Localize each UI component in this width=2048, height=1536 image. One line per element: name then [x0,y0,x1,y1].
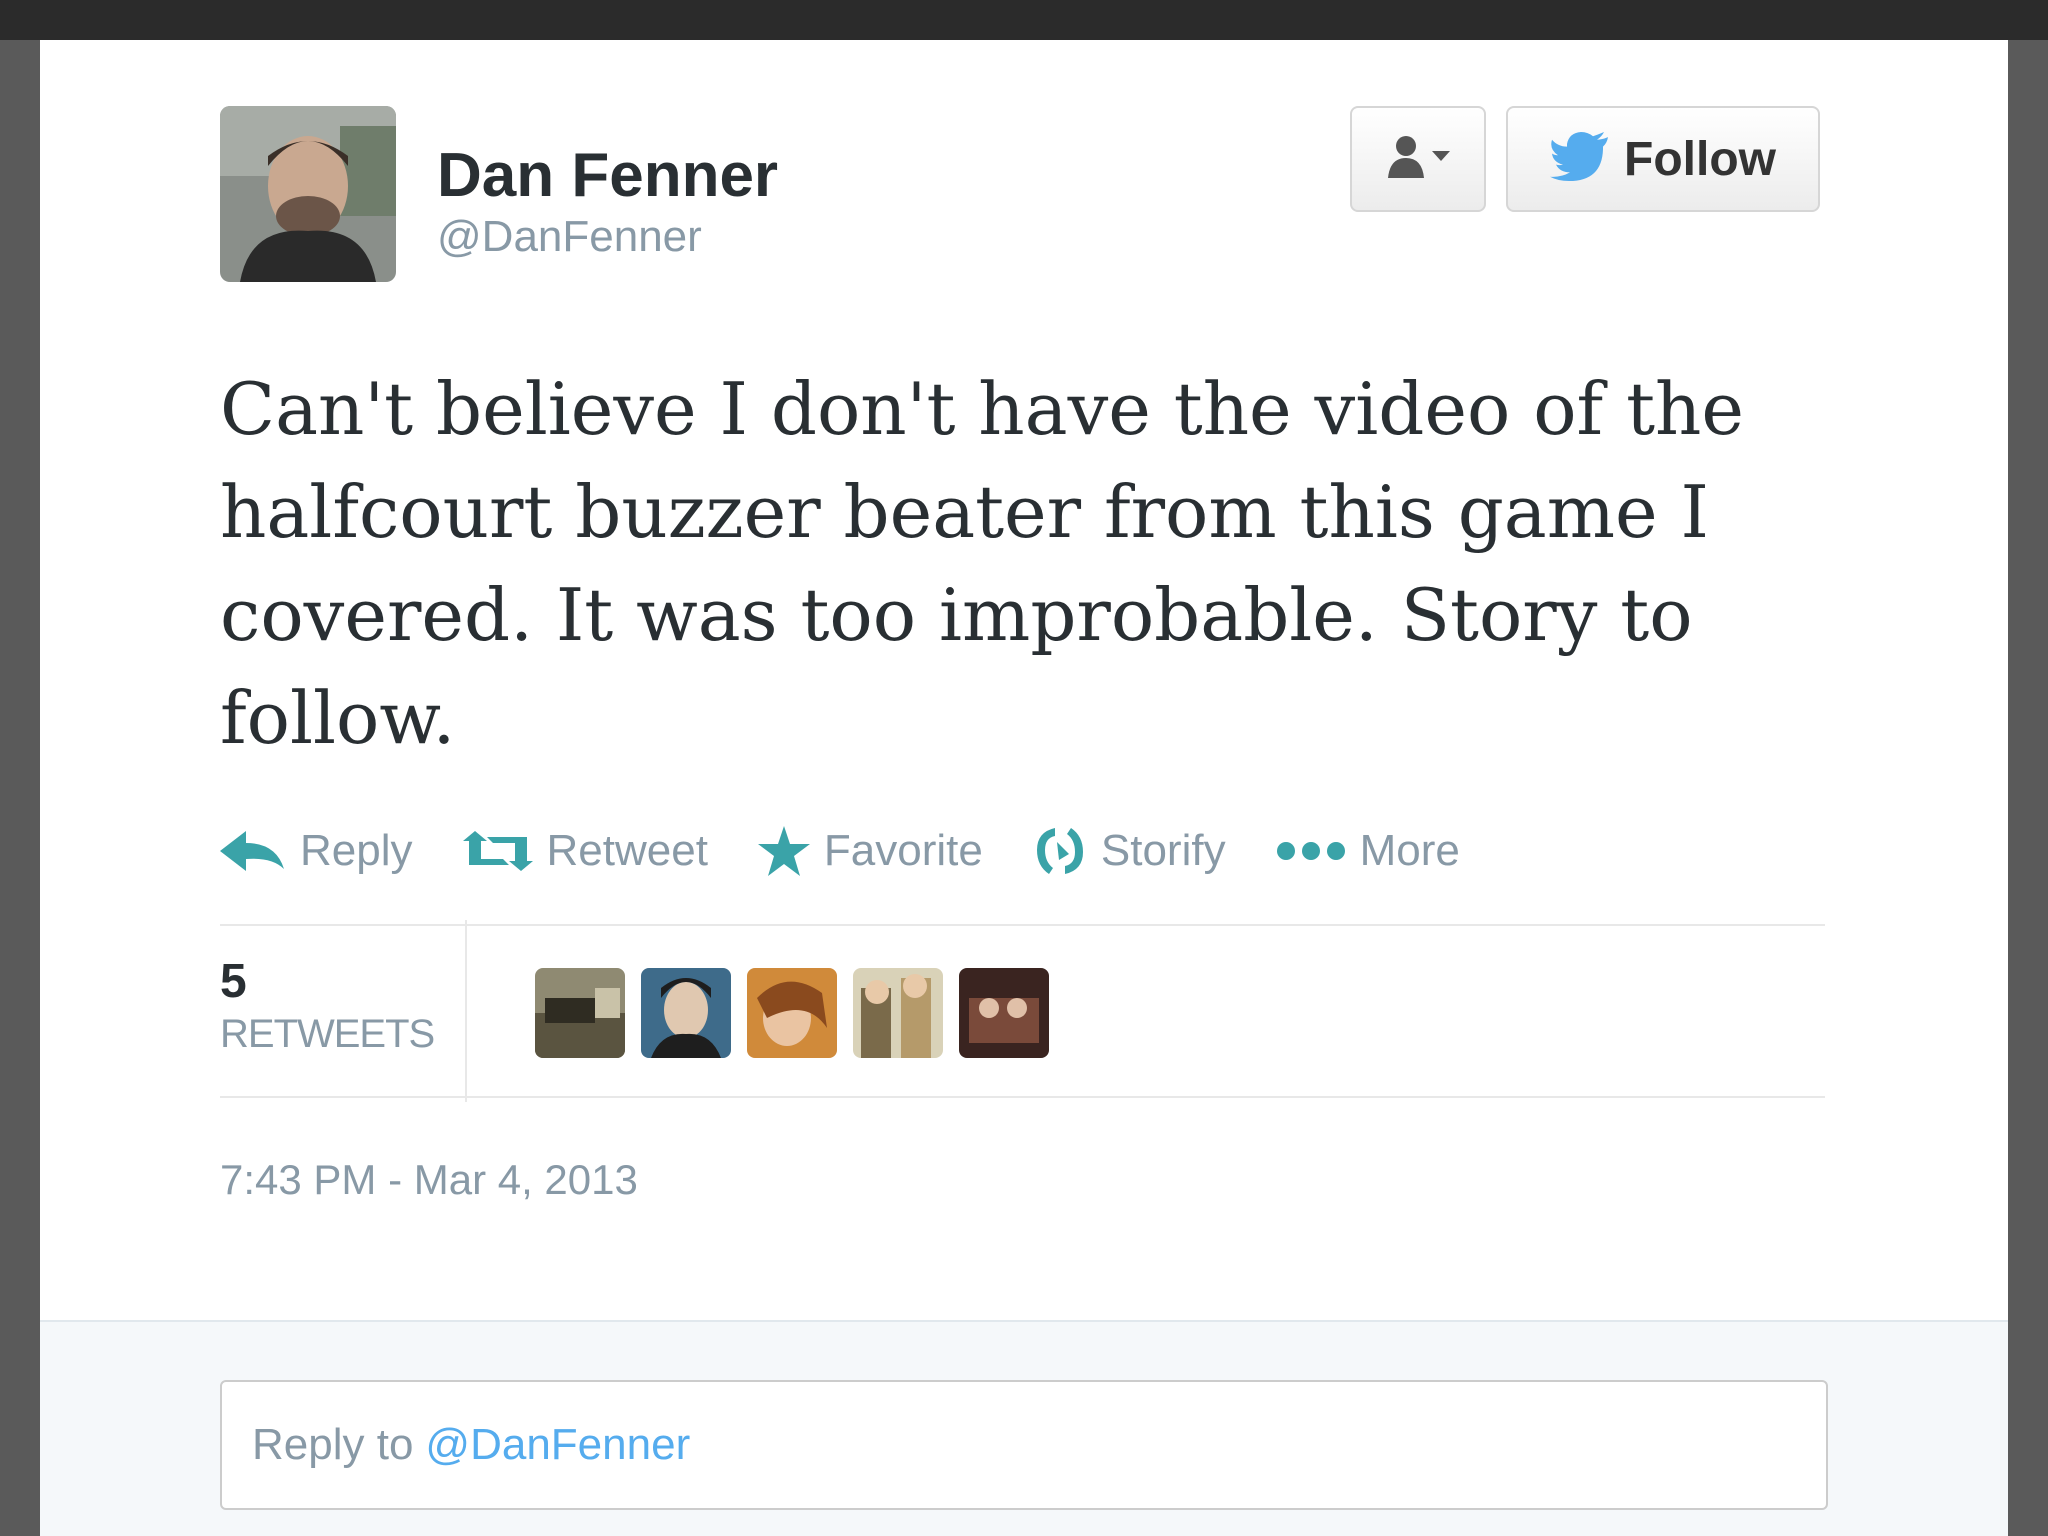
window-frame-left [0,40,40,1536]
favorite-action[interactable]: Favorite [757,826,983,876]
storify-icon [1033,824,1087,878]
storify-action-label: Storify [1100,826,1226,875]
person-icon [1386,134,1426,185]
stats-bottom-divider [220,1096,1825,1098]
more-dots-icon [1276,841,1346,861]
storify-action[interactable]: Storify [1033,824,1226,878]
more-action-label: More [1359,826,1460,875]
reply-placeholder-handle: @DanFenner [425,1420,691,1469]
follow-label: Follow [1624,132,1776,186]
retweeter-avatar[interactable] [853,968,943,1058]
retweet-action-label: Retweet [546,826,708,875]
stats-vertical-divider [465,920,467,1102]
retweeter-avatar[interactable] [747,968,837,1058]
retweeter-avatar[interactable] [641,968,731,1058]
retweeter-avatar[interactable] [535,968,625,1058]
window-top-bar [0,0,2048,40]
stats-top-divider [220,924,1825,926]
reply-icon [220,829,286,873]
user-display-name[interactable]: Dan Fenner [437,140,778,211]
caret-down-icon [1432,150,1450,168]
tweet-card: Dan Fenner @DanFenner Follow Can't belie… [40,40,2008,1536]
tweet-timestamp[interactable]: 7:43 PM - Mar 4, 2013 [220,1156,638,1204]
retweet-label[interactable]: RETWEETS [220,1012,435,1057]
user-handle[interactable]: @DanFenner [437,212,702,262]
reply-action[interactable]: Reply [220,826,413,876]
retweet-action[interactable]: Retweet [462,826,708,876]
retweet-icon [462,831,533,871]
star-icon [757,826,810,876]
twitter-bird-icon [1550,131,1610,187]
tweet-actions: Reply Retweet Favorite Storify More [220,816,1510,886]
user-avatar[interactable] [220,106,396,282]
reply-placeholder-prefix: Reply to [252,1420,414,1469]
reply-action-label: Reply [300,826,413,875]
window-frame-right [2008,40,2048,1536]
follow-button[interactable]: Follow [1506,106,1820,212]
retweeter-avatar[interactable] [959,968,1049,1058]
retweet-count[interactable]: 5 [220,954,247,1009]
user-actions-dropdown-button[interactable] [1350,106,1486,212]
retweeter-avatars [535,968,1049,1058]
more-action[interactable]: More [1276,826,1460,876]
favorite-action-label: Favorite [823,826,983,875]
tweet-text: Can't believe I don't have the video of … [220,367,1744,760]
reply-input[interactable]: Reply to @DanFenner [220,1380,1828,1510]
